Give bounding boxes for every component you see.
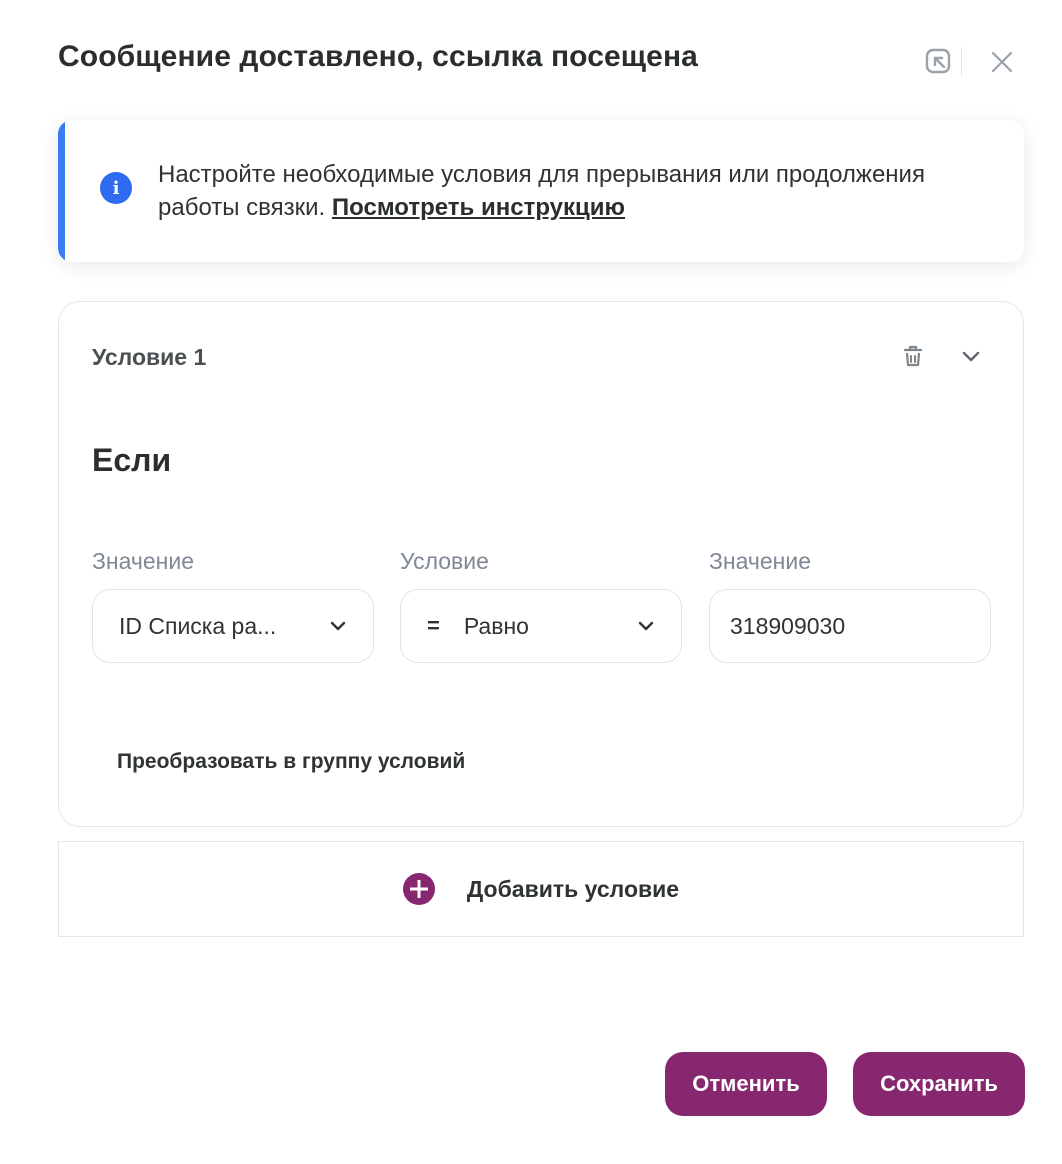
if-label: Если [92,442,172,478]
equals-symbol: = [427,613,440,638]
chevron-down-icon [962,351,980,362]
collapse-button[interactable] [919,42,959,82]
operator-selected: Равно [463,612,529,639]
chevron-down-icon [330,621,346,631]
add-condition-button[interactable]: Добавить условие [58,841,1024,937]
right-value-label: Значение [709,548,811,574]
header-divider [961,47,962,77]
info-banner: i Настройте необходимые условия для прер… [58,120,1024,262]
collapse-condition-button[interactable] [955,340,987,372]
trash-icon [903,345,923,367]
info-icon: i [100,172,132,204]
info-accent-bar [58,120,65,262]
add-condition-label: Добавить условие [466,875,680,902]
close-button[interactable] [982,42,1022,82]
dialog-title: Сообщение доставлено, ссылка посещена [58,40,698,73]
dialog-header-actions [919,42,1022,82]
left-value-field: Значение ID Списка ра... [92,548,374,663]
left-value-select[interactable]: ID Списка ра... [92,589,374,663]
left-value-label: Значение [92,548,194,574]
plus-circle-icon [402,873,435,905]
delete-condition-button[interactable] [897,340,929,372]
cancel-button[interactable]: Отменить [665,1052,827,1116]
info-text: Настройте необходимые условия для прерыв… [158,158,998,224]
left-value-selected: ID Списка ра... [119,612,277,639]
condition-card: Условие 1 Если Значение ID Списка ра... [58,301,1024,827]
close-icon [991,51,1013,73]
operator-label: Условие [400,548,489,574]
right-value-text: 318909030 [730,612,846,639]
condition-dialog: Сообщение доставлено, ссылка посещена i … [0,0,1062,1164]
right-value-input[interactable]: 318909030 [709,589,991,663]
condition-actions [897,340,987,372]
collapse-icon [925,48,951,74]
convert-to-group-button[interactable]: Преобразовать в группу условий [117,750,465,774]
instruction-link[interactable]: Посмотреть инструкцию [332,194,625,221]
chevron-down-icon [638,621,654,631]
save-button[interactable]: Сохранить [853,1052,1025,1116]
condition-title: Условие 1 [92,344,207,370]
operator-field: Условие = Равно [400,548,682,663]
right-value-field: Значение 318909030 [709,548,991,663]
operator-select[interactable]: = Равно [400,589,682,663]
